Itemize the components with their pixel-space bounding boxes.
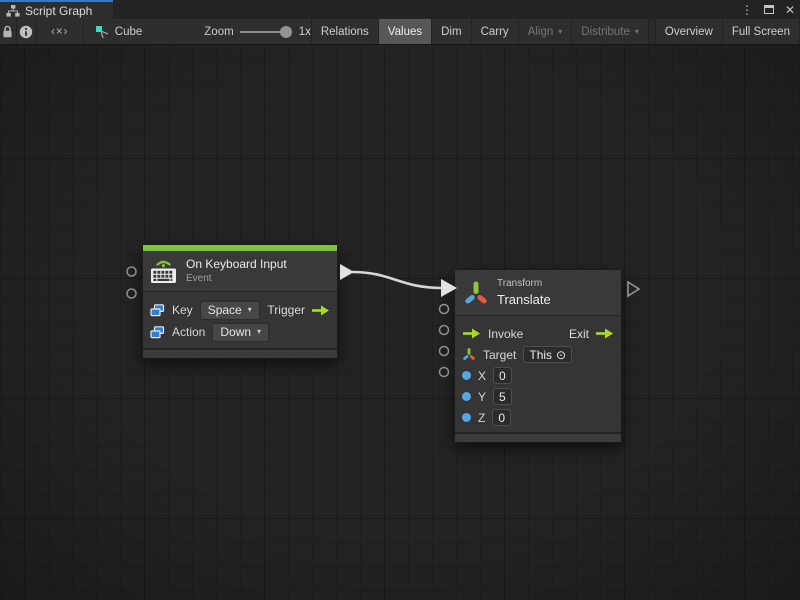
event-node-footer <box>143 348 337 358</box>
chevron-down-icon: ▾ <box>558 27 562 36</box>
key-dropdown[interactable]: Space ▾ <box>200 301 260 320</box>
action-port-row: Action Down ▾ <box>143 321 337 343</box>
window-maximize-icon[interactable] <box>764 5 774 14</box>
graph-context-zone: Cube Zoom 1x <box>84 19 312 44</box>
carry-button[interactable]: Carry <box>472 19 519 44</box>
target-value-box[interactable]: This ⊙ <box>523 346 572 363</box>
edit-source-button[interactable]: ‹×› <box>37 19 84 44</box>
invoke-port-label: Invoke <box>488 327 523 341</box>
info-icon <box>19 25 33 39</box>
info-button[interactable] <box>17 19 37 44</box>
value-port-dot-icon <box>462 392 471 401</box>
z-port-label: Z <box>478 411 485 425</box>
y-port-row: Y 5 <box>455 386 621 407</box>
code-icon: ‹×› <box>51 26 68 38</box>
zoom-label: Zoom <box>204 26 233 38</box>
value-port-dot-icon <box>462 413 471 422</box>
action-dropdown[interactable]: Down ▾ <box>212 323 269 342</box>
enum-icon <box>150 304 165 317</box>
key-port-row: Key Space ▾ Trigger <box>143 299 337 321</box>
zoom-slider-handle[interactable] <box>280 26 292 38</box>
target-port-row: Target This ⊙ <box>455 344 621 365</box>
toolbar-gap <box>649 19 656 44</box>
dim-button[interactable]: Dim <box>432 19 471 44</box>
keyboard-icon <box>150 257 177 284</box>
chevron-down-icon: ▾ <box>248 305 252 314</box>
graph-owner-label: Cube <box>115 26 143 38</box>
translate-node-header[interactable]: Transform Translate <box>455 270 621 315</box>
values-button[interactable]: Values <box>379 19 432 44</box>
chevron-down-icon: ▾ <box>635 27 639 36</box>
y-value-input[interactable]: 5 <box>493 388 512 405</box>
target-port-label: Target <box>483 348 516 362</box>
graph-canvas[interactable]: On Keyboard Input Event Key Space ▾ T <box>0 45 800 600</box>
relations-button[interactable]: Relations <box>312 19 379 44</box>
event-node-subtitle: Event <box>186 273 287 284</box>
graph-toolbar: ‹×› Cube Zoom 1x Relations Values Dim Ca… <box>0 19 800 45</box>
translate-node-title: Translate <box>497 292 551 307</box>
overview-button[interactable]: Overview <box>656 19 723 44</box>
z-value-input[interactable]: 0 <box>492 409 511 426</box>
translate-node-footer <box>455 432 621 442</box>
align-button[interactable]: Align ▾ <box>519 19 573 44</box>
event-node-body: Key Space ▾ Trigger <box>143 291 337 348</box>
invoke-port-row: Invoke Exit <box>455 323 621 344</box>
key-port-label: Key <box>172 303 193 317</box>
z-port-row: Z 0 <box>455 407 621 428</box>
graph-hierarchy-icon <box>6 5 20 17</box>
window-title-bar: Script Graph ⋮ ✕ <box>0 0 800 19</box>
translate-node-body: Invoke Exit <box>455 315 621 432</box>
lock-icon <box>2 25 13 38</box>
fullscreen-button[interactable]: Full Screen <box>723 19 800 44</box>
lock-button[interactable] <box>0 19 17 44</box>
transform-icon <box>464 278 488 307</box>
event-node-title: On Keyboard Input <box>186 257 287 271</box>
tab-title: Script Graph <box>25 4 92 18</box>
value-port-dot-icon <box>462 371 471 380</box>
window-menu-icon[interactable]: ⋮ <box>741 4 753 16</box>
trigger-port-label: Trigger <box>267 303 305 317</box>
zoom-value: 1x <box>299 26 311 38</box>
flow-arrow-icon <box>311 304 330 317</box>
exit-port-label: Exit <box>569 327 589 341</box>
graph-owner-button[interactable]: Cube <box>95 25 143 39</box>
flow-arrow-icon <box>462 327 481 340</box>
action-port-label: Action <box>172 325 205 339</box>
x-port-row: X 0 <box>455 365 621 386</box>
target-picker-icon: ⊙ <box>556 348 566 362</box>
graph-pointer-icon <box>95 25 110 39</box>
distribute-button[interactable]: Distribute ▾ <box>572 19 649 44</box>
transform-mini-icon <box>462 347 476 362</box>
toolbar-buttons: Relations Values Dim Carry Align ▾ Distr… <box>312 19 800 44</box>
x-value-input[interactable]: 0 <box>493 367 512 384</box>
y-port-label: Y <box>478 390 486 404</box>
enum-icon <box>150 326 165 339</box>
tab-script-graph[interactable]: Script Graph <box>0 0 113 19</box>
event-node[interactable]: On Keyboard Input Event Key Space ▾ T <box>142 244 338 359</box>
zoom-slider[interactable] <box>240 25 292 39</box>
chevron-down-icon: ▾ <box>257 327 261 336</box>
event-node-header[interactable]: On Keyboard Input Event <box>143 251 337 291</box>
flow-arrow-icon <box>595 327 614 340</box>
window-close-icon[interactable]: ✕ <box>785 4 795 16</box>
translate-node-category: Transform <box>497 278 551 289</box>
x-port-label: X <box>478 369 486 383</box>
translate-node[interactable]: Transform Translate Invoke Exit <box>454 269 622 443</box>
canvas-vignette <box>0 45 800 600</box>
